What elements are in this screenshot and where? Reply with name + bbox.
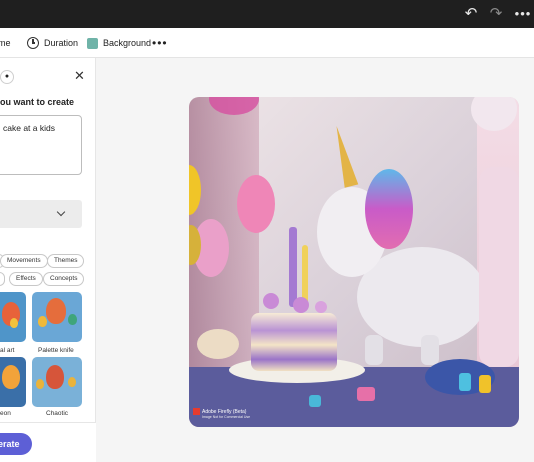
redo-icon[interactable]: ↷ [487, 5, 505, 23]
theme-button[interactable]: me [0, 28, 11, 58]
chip-label: Effects [16, 275, 36, 282]
generate-panel: ● ✕ ou want to create cake at a kids Mov… [0, 58, 96, 462]
watermark-title: Adobe Firefly (Beta) [202, 408, 247, 415]
toolbar-more-icon[interactable]: ••• [152, 28, 168, 58]
sprinkle-tower [479, 167, 519, 367]
theme-label: me [0, 38, 11, 48]
generate-label: erate [0, 439, 20, 449]
thumb-label: eon [0, 410, 11, 417]
thumb-label: Palette knife [38, 347, 74, 354]
cupcake [197, 329, 239, 359]
unicorn-mane [365, 169, 413, 249]
close-icon[interactable]: ✕ [74, 68, 85, 84]
chip-partial[interactable] [0, 272, 5, 286]
cake [251, 313, 337, 371]
prompt-text: cake at a kids [3, 123, 55, 133]
watermark-sub: Image Not for Commercial Use [202, 415, 251, 419]
duration-label: Duration [44, 38, 79, 48]
prompt-input[interactable]: cake at a kids [0, 115, 82, 175]
duration-button[interactable]: Duration [27, 28, 78, 58]
panel-heading: ou want to create [0, 97, 75, 107]
undo-icon[interactable]: ↶ [462, 5, 480, 23]
style-thumb-chaotic[interactable] [32, 357, 82, 407]
thumb-label: Chaotic [46, 410, 69, 417]
chip-effects[interactable]: Effects [9, 272, 43, 286]
generate-button[interactable]: erate [0, 433, 32, 455]
panel-footer: erate [0, 422, 96, 462]
chip-movements[interactable]: Movements [0, 254, 48, 268]
chip-label: Themes [54, 257, 78, 264]
pink-balloon [237, 175, 275, 233]
style-thumb-digital-art[interactable] [0, 292, 26, 342]
candle [289, 227, 297, 307]
chip-themes[interactable]: Themes [47, 254, 85, 268]
thumb-label: al art [0, 347, 15, 354]
style-icon[interactable]: ● [0, 70, 14, 84]
generated-image[interactable]: Adobe Firefly (Beta) Image Not for Comme… [189, 97, 519, 427]
background-swatch-icon [87, 37, 98, 49]
clock-icon [27, 37, 39, 49]
toolbar: me Duration Background ••• [0, 28, 534, 58]
chip-label: Concepts [50, 275, 78, 282]
adobe-logo-icon [193, 408, 200, 415]
unicorn-horn [329, 124, 359, 188]
chevron-down-icon [56, 207, 66, 217]
more-options-icon[interactable]: ••• [514, 5, 532, 23]
chip-concepts[interactable]: Concepts [43, 272, 85, 286]
style-dropdown[interactable] [0, 200, 82, 228]
background-label: Background [103, 38, 152, 48]
watermark: Adobe Firefly (Beta) Image Not for Comme… [193, 408, 250, 419]
title-bar: ↶ ↷ ••• [0, 0, 534, 28]
style-thumb-neon[interactable] [0, 357, 26, 407]
style-thumb-palette-knife[interactable] [32, 292, 82, 342]
chip-label: Movements [7, 257, 41, 264]
background-button[interactable]: Background [87, 28, 151, 58]
